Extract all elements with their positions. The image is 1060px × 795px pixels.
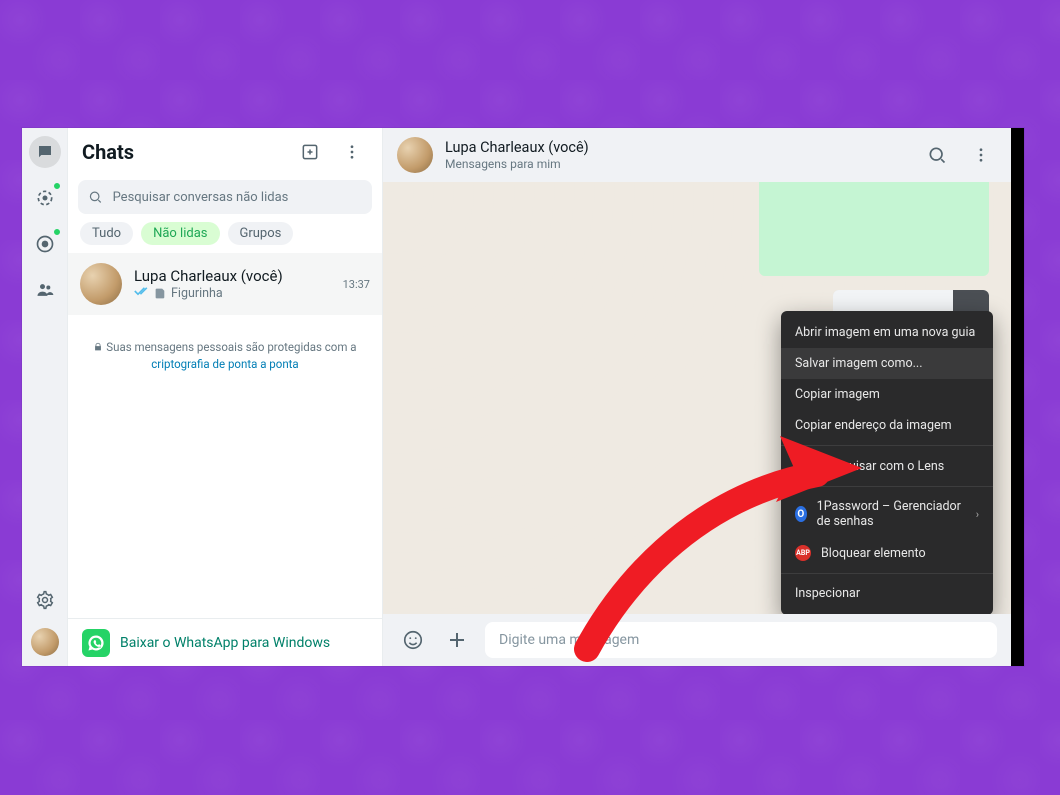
download-banner[interactable]: Baixar o WhatsApp para Windows [68,618,382,666]
ctx-separator [781,486,993,487]
conversation-body[interactable]: 13:37 Abrir imagem em uma nova guia Salv… [383,182,1011,614]
chat-list-title: Chats [82,140,284,164]
ctx-1password[interactable]: O 1Password – Gerenciador de senhas › [781,491,993,537]
chat-name: Lupa Charleaux (você) [134,267,331,285]
ctx-separator [781,573,993,574]
filter-unread[interactable]: Não lidas [141,222,219,245]
download-label: Baixar o WhatsApp para Windows [120,635,330,651]
chevron-right-icon: › [976,508,979,521]
chat-list-header: Chats [68,128,382,176]
context-menu: Abrir imagem em uma nova guia Salvar ima… [781,311,993,614]
attach-icon[interactable] [441,624,473,656]
rail-chats-icon[interactable] [29,136,61,168]
whatsapp-web-window: Chats Tudo Não lidas Grupos Lupa Charlea… [22,128,1024,666]
chat-list-panel: Chats Tudo Não lidas Grupos Lupa Charlea… [68,128,383,666]
conversation-subtitle: Mensagens para mim [445,157,589,171]
search-input[interactable] [113,190,362,205]
ctx-block-element[interactable]: ABP Bloquear elemento [781,537,993,569]
adblock-icon: ABP [795,545,811,561]
search-conversations[interactable] [78,180,372,214]
channels-indicator-dot [53,228,61,236]
rail-channels-icon[interactable] [29,228,61,260]
conversation-header: Lupa Charleaux (você) Mensagens para mim [383,128,1011,182]
rail-communities-icon[interactable] [29,274,61,306]
chat-avatar [80,263,122,305]
ctx-copy-image-address[interactable]: Copiar endereço da imagem [781,410,993,441]
ctx-copy-image[interactable]: Copiar imagem [781,379,993,410]
encryption-text: Suas mensagens pessoais são protegidas c… [106,340,356,354]
conversation-title: Lupa Charleaux (você) [445,139,589,156]
chat-time: 13:37 [343,278,370,291]
lock-icon [93,342,103,352]
filter-chips: Tudo Não lidas Grupos [68,222,382,253]
window-edge-black [1011,128,1024,666]
ctx-save-image-as[interactable]: Salvar imagem como... [781,348,993,379]
read-ticks-icon [134,285,150,301]
status-indicator-dot [53,182,61,190]
compose-bar [383,614,1011,666]
rail-profile-avatar[interactable] [31,628,59,656]
sidebar-menu-icon[interactable] [336,136,368,168]
chat-last-message: Figurinha [171,286,223,301]
filter-groups[interactable]: Grupos [228,222,294,245]
sticker-icon [154,287,167,300]
rail-settings-icon[interactable] [29,584,61,616]
encryption-link[interactable]: criptografia de ponta a ponta [151,357,298,371]
conversation-menu-icon[interactable] [965,139,997,171]
ctx-open-new-tab[interactable]: Abrir imagem em uma nova guia [781,317,993,348]
conversation-avatar[interactable] [397,137,433,173]
ctx-search-lens[interactable]: Pesquisar com o Lens [781,450,993,482]
message-sticker-green[interactable] [759,182,989,276]
emoji-icon[interactable] [397,624,429,656]
compose-field[interactable] [485,622,997,658]
conversation-search-icon[interactable] [921,139,953,171]
ctx-separator [781,445,993,446]
filter-all[interactable]: Tudo [80,222,133,245]
new-chat-icon[interactable] [294,136,326,168]
ctx-inspect[interactable]: Inspecionar [781,578,993,609]
encryption-notice: Suas mensagens pessoais são protegidas c… [68,329,382,384]
conversation-panel: Lupa Charleaux (você) Mensagens para mim [383,128,1011,666]
compose-input[interactable] [499,632,983,648]
whatsapp-logo-icon [82,629,110,657]
search-icon [88,189,103,205]
rail-status-icon[interactable] [29,182,61,214]
nav-rail [22,128,68,666]
onepassword-icon: O [795,506,807,522]
chat-list-item[interactable]: Lupa Charleaux (você) Figurinha 13:37 [68,253,382,315]
lens-icon [795,458,811,474]
